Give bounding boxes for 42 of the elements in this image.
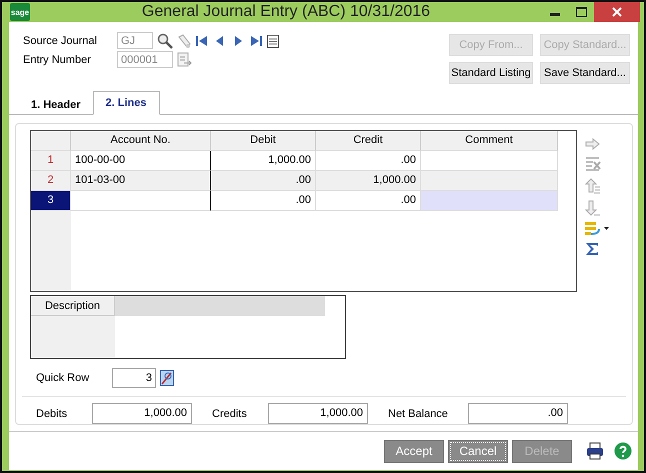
table-cell[interactable]: 1,000.00 <box>316 171 421 191</box>
last-record-icon[interactable] <box>249 34 263 46</box>
table-cell[interactable]: 101-03-00 <box>71 171 211 191</box>
field-label: Source Journal <box>23 34 98 46</box>
first-record-icon[interactable] <box>195 34 209 46</box>
row-number[interactable]: 1 <box>31 151 71 171</box>
column-header: Account No. <box>71 131 211 151</box>
field-label: Net Balance <box>388 408 449 420</box>
sigma-icon[interactable] <box>585 242 599 256</box>
maximize-icon <box>576 7 586 17</box>
table-cell[interactable] <box>71 191 211 211</box>
table-cell[interactable]: .00 <box>211 171 316 191</box>
field-label: Quick Row <box>36 372 90 384</box>
list-arrow-icon[interactable] <box>585 222 609 236</box>
total-field: .00 <box>468 403 568 424</box>
column-header: Credit <box>316 131 421 151</box>
notepad-icon[interactable] <box>267 34 279 48</box>
row-number[interactable]: 2 <box>31 171 71 191</box>
help-icon[interactable] <box>614 442 632 460</box>
tab[interactable]: 2. Lines <box>92 91 160 115</box>
window-title: General Journal Entry (ABC) 10/31/2016 <box>140 3 432 21</box>
column-header: Debit <box>211 131 316 151</box>
column-header: Description <box>31 296 115 316</box>
app-logo: sage <box>10 3 30 21</box>
close-icon <box>612 7 622 17</box>
search-icon[interactable] <box>157 32 173 48</box>
quick-row-field[interactable]: 3 <box>112 368 156 388</box>
field-label: Entry Number <box>23 54 92 66</box>
toolbar-button[interactable]: Standard Listing <box>449 62 533 84</box>
column-header: Comment <box>421 131 558 151</box>
row-number[interactable]: 3 <box>31 191 71 211</box>
quick-row-icon[interactable] <box>160 370 174 386</box>
field-label: Credits <box>212 408 248 420</box>
printer-icon[interactable] <box>586 442 604 460</box>
toolbar-button[interactable]: Save Standard... <box>540 62 630 84</box>
row-header <box>31 131 71 151</box>
table-cell[interactable]: .00 <box>211 191 316 211</box>
tab[interactable]: 1. Header <box>19 95 93 115</box>
total-field: 1,000.00 <box>92 403 192 424</box>
close-button[interactable] <box>594 2 640 22</box>
field-label: Debits <box>36 408 68 420</box>
total-field: 1,000.00 <box>268 403 368 424</box>
